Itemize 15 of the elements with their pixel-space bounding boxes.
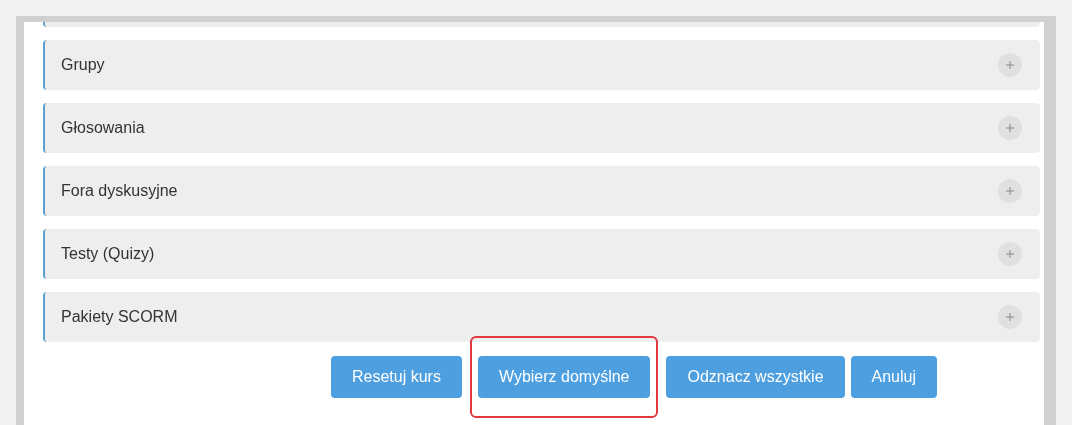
plus-icon[interactable] [998, 305, 1022, 329]
section-header[interactable]: Grupy [43, 40, 1040, 90]
section-header[interactable]: Pakiety SCORM [43, 292, 1040, 342]
section-title: Głosowania [61, 118, 145, 138]
section-title: Grupy [61, 55, 105, 75]
section-title: Pakiety SCORM [61, 307, 178, 327]
section-header[interactable]: Fora dyskusyjne [43, 166, 1040, 216]
plus-icon[interactable] [998, 179, 1022, 203]
section-header[interactable]: Głosowania [43, 103, 1040, 153]
plus-icon[interactable] [998, 116, 1022, 140]
section-title: Testy (Quizy) [61, 244, 155, 264]
plus-icon[interactable] [998, 53, 1022, 77]
section-title: Fora dyskusyjne [61, 181, 178, 201]
plus-icon[interactable] [998, 242, 1022, 266]
section-header[interactable]: Testy (Quizy) [43, 229, 1040, 279]
